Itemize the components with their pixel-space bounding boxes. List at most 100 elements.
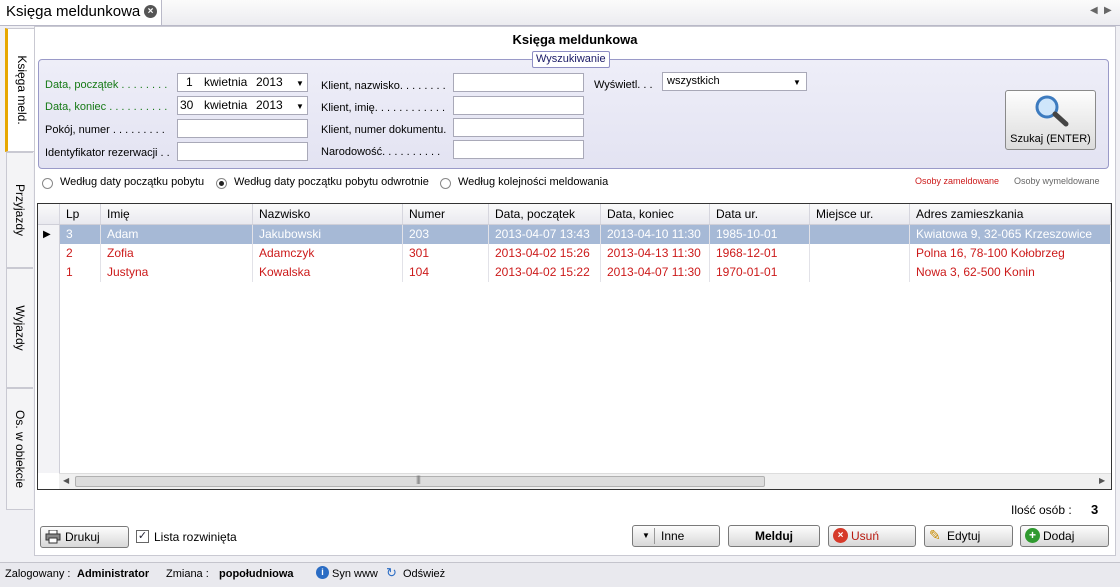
scroll-left-icon[interactable]: ◀ <box>1090 5 1098 16</box>
sync-www-link[interactable]: Syn www <box>332 568 378 580</box>
date-end-picker[interactable]: 30 kwietnia 2013 ▼ <box>177 96 308 115</box>
checkin-button-label: Melduj <box>755 529 793 543</box>
column-header-nazwisko[interactable]: Nazwisko <box>253 204 403 224</box>
show-select[interactable]: wszystkich ▼ <box>662 72 807 91</box>
cell-numer: 203 <box>403 225 489 244</box>
scroll-right-arrow-icon[interactable]: ▶ <box>1099 476 1105 485</box>
sort-radio-checkin-order[interactable] <box>440 178 451 189</box>
client-surname-input[interactable] <box>453 73 584 92</box>
vtab-wyjazdy[interactable]: Wyjazdy <box>6 268 33 388</box>
column-header-lp[interactable]: Lp <box>60 204 101 224</box>
date-end-month[interactable]: kwietnia <box>204 97 247 114</box>
date-start-day[interactable]: 1 <box>186 74 193 91</box>
sort-label-start: Według daty początku pobytu <box>60 176 205 188</box>
vertical-tabs: Księga meld. Przyjazdy Wyjazdy Os. w obi… <box>0 26 35 566</box>
date-start-picker[interactable]: 1 kwietnia 2013 ▼ <box>177 73 308 92</box>
button-separator <box>654 528 655 544</box>
row-selector-column <box>38 282 60 473</box>
count-label: Ilość osób : <box>1011 503 1072 517</box>
checkin-button[interactable]: Melduj <box>728 525 820 547</box>
column-header-numer[interactable]: Numer <box>403 204 489 224</box>
refresh-icon: ↻ <box>386 565 397 580</box>
vtab-ksiega-meld[interactable]: Księga meld. <box>5 28 35 152</box>
expanded-list-checkbox[interactable]: ✓ <box>136 530 149 543</box>
guest-table: Lp Imię Nazwisko Numer Data, początek Da… <box>37 203 1112 490</box>
date-end-day[interactable]: 30 <box>180 97 193 114</box>
show-label: Wyświetl. . . <box>594 79 653 91</box>
cell-data-koniec: 2013-04-07 11:30 <box>601 263 710 282</box>
pencil-icon: ✎ <box>929 527 941 543</box>
other-button-label: Inne <box>661 529 685 543</box>
column-header-miejsce-ur[interactable]: Miejsce ur. <box>810 204 910 224</box>
print-button[interactable]: Drukuj <box>40 526 129 548</box>
sort-radio-start-reverse[interactable] <box>216 178 227 189</box>
sort-label-start-reverse: Według daty początku pobytu odwrotnie <box>234 176 429 188</box>
reservation-id-label: Identyfikator rezerwacji . . <box>45 147 170 159</box>
nationality-label: Narodowość. . . . . . . . . . <box>321 146 441 158</box>
date-end-year[interactable]: 2013 <box>256 97 283 114</box>
add-button[interactable]: + Dodaj <box>1020 525 1109 547</box>
edit-button-label: Edytuj <box>947 529 981 543</box>
column-header-adres[interactable]: Adres zamieszkania <box>910 204 1111 224</box>
vtab-przyjazdy[interactable]: Przyjazdy <box>6 152 33 268</box>
date-start-label: Data, początek . . . . . . . . <box>45 79 168 91</box>
room-label: Pokój, numer . . . . . . . . . <box>45 124 165 136</box>
row-selector[interactable] <box>38 244 60 263</box>
logged-in-user: Administrator <box>77 568 150 580</box>
reservation-id-input[interactable] <box>177 142 308 161</box>
chevron-down-icon: ▼ <box>642 531 650 540</box>
print-button-label: Drukuj <box>65 530 100 544</box>
client-surname-label: Klient, nazwisko. . . . . . . . <box>321 80 446 92</box>
client-name-input[interactable] <box>453 96 584 115</box>
document-tab[interactable]: Księga meldunkowa × <box>0 0 162 25</box>
column-header-data-poczatek[interactable]: Data, początek <box>489 204 601 224</box>
shift-label: Zmiana : <box>166 568 209 580</box>
cell-data-koniec: 2013-04-13 11:30 <box>601 244 710 263</box>
date-start-year[interactable]: 2013 <box>256 74 283 91</box>
client-doc-input[interactable] <box>453 118 584 137</box>
nationality-input[interactable] <box>453 140 584 159</box>
scroll-right-icon[interactable]: ▶ <box>1104 5 1112 16</box>
row-pointer-icon: ▶ <box>43 229 51 240</box>
refresh-link[interactable]: Odśwież <box>403 568 445 580</box>
column-header-data-koniec[interactable]: Data, koniec <box>601 204 710 224</box>
vtab-os-w-obiekcie[interactable]: Os. w obiekcie <box>6 388 33 510</box>
delete-button[interactable]: × Usuń <box>828 525 916 547</box>
cell-nazwisko: Adamczyk <box>253 244 403 263</box>
close-icon[interactable]: × <box>144 5 157 18</box>
horizontal-scrollbar[interactable]: ◀ ||| ▶ <box>59 473 1111 489</box>
chevron-down-icon[interactable]: ▼ <box>793 74 801 91</box>
search-button-label: Szukaj (ENTER) <box>1010 133 1091 145</box>
cell-data-ur: 1970-01-01 <box>710 263 810 282</box>
other-button[interactable]: ▼ Inne <box>632 525 720 547</box>
cell-lp: 2 <box>60 244 101 263</box>
column-header-data-ur[interactable]: Data ur. <box>710 204 810 224</box>
count-value: 3 <box>1091 502 1099 517</box>
table-row[interactable]: ▶ 3 Adam Jakubowski 203 2013-04-07 13:43… <box>38 225 1111 244</box>
cell-miejsce-ur <box>810 263 910 282</box>
add-icon: + <box>1025 528 1040 543</box>
legend-checked-in: Osoby zameldowane <box>915 176 1000 186</box>
room-input[interactable] <box>177 119 308 138</box>
table-row[interactable]: 1 Justyna Kowalska 104 2013-04-02 15:22 … <box>38 263 1111 282</box>
cell-lp: 1 <box>60 263 101 282</box>
search-button[interactable]: Szukaj (ENTER) <box>1005 90 1096 150</box>
row-selector[interactable] <box>38 263 60 282</box>
table-row[interactable]: 2 Zofia Adamczyk 301 2013-04-02 15:26 20… <box>38 244 1111 263</box>
date-end-label: Data, koniec . . . . . . . . . . <box>45 101 168 113</box>
document-tab-label: Księga meldunkowa <box>6 3 141 20</box>
client-doc-label: Klient, numer dokumentu. <box>321 124 447 136</box>
status-bar: Zalogowany : Administrator Zmiana : popo… <box>0 562 1120 587</box>
chevron-down-icon[interactable]: ▼ <box>296 98 304 115</box>
date-start-month[interactable]: kwietnia <box>204 74 247 91</box>
cell-miejsce-ur <box>810 225 910 244</box>
column-header-imie[interactable]: Imię <box>101 204 253 224</box>
table-header: Lp Imię Nazwisko Numer Data, początek Da… <box>38 204 1111 225</box>
chevron-down-icon[interactable]: ▼ <box>296 75 304 92</box>
scroll-left-arrow-icon[interactable]: ◀ <box>63 476 69 485</box>
edit-button[interactable]: ✎ Edytuj <box>924 525 1013 547</box>
sort-radio-start[interactable] <box>42 178 53 189</box>
row-selector[interactable]: ▶ <box>38 225 60 244</box>
logged-in-label: Zalogowany : <box>5 568 71 580</box>
scrollbar-thumb[interactable]: ||| <box>75 474 765 487</box>
